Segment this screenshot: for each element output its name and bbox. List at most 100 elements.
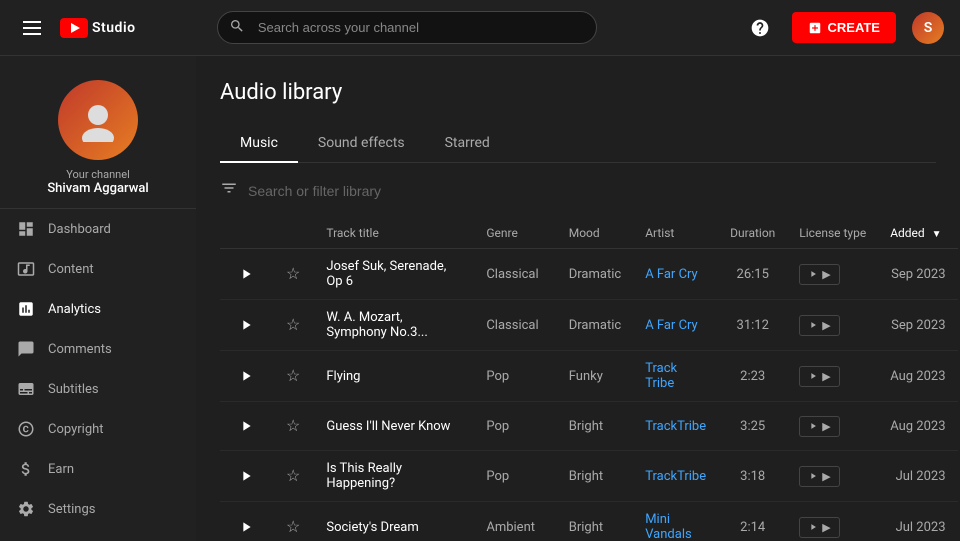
sidebar-item-earn[interactable]: Earn [0,449,196,489]
play-cell [220,300,272,351]
col-header-added[interactable]: Added ▼ [878,218,957,249]
artist-link[interactable]: TrackTribe [645,469,706,484]
duration-cell: 26:15 [718,249,787,300]
star-button-3[interactable]: ☆ [284,414,302,438]
sidebar-item-dashboard-label: Dashboard [48,222,111,237]
play-cell [220,351,272,402]
license-button-4[interactable]: ▶ [799,466,839,487]
license-cell: ▶ [787,249,878,300]
artist-link[interactable]: A Far Cry [645,267,698,282]
hamburger-icon [23,21,41,35]
sidebar-item-analytics[interactable]: Analytics [0,289,196,329]
duration-text: 3:18 [740,469,765,484]
header: Studio CREATE S [0,0,960,56]
license-cell: ▶ [787,502,878,541]
sidebar-item-content[interactable]: Content [0,249,196,289]
mood-cell: Bright [557,402,633,451]
filter-bar [220,179,936,202]
dashboard-icon [16,219,36,239]
search-input[interactable] [217,11,597,44]
mood-text: Bright [569,520,603,535]
filter-icon [220,179,238,202]
col-header-title: Track title [314,218,474,249]
play-button-2[interactable] [232,362,260,390]
duration-text: 26:15 [737,267,769,282]
channel-avatar[interactable] [58,80,138,160]
star-button-4[interactable]: ☆ [284,464,302,488]
license-button-3[interactable]: ▶ [799,416,839,437]
mood-text: Dramatic [569,267,621,282]
license-button-5[interactable]: ▶ [799,517,839,538]
play-button-5[interactable] [232,513,260,541]
added-cell: Sep 2023 [878,300,957,351]
mood-text: Dramatic [569,318,621,333]
artist-link[interactable]: Track Tribe [645,361,677,391]
duration-text: 3:25 [740,419,765,434]
star-button-2[interactable]: ☆ [284,364,302,388]
logo[interactable]: Studio [60,18,136,38]
star-cell: ☆ [272,249,314,300]
search-icon [229,18,245,38]
hamburger-button[interactable] [16,12,48,44]
play-button-1[interactable] [232,311,260,339]
filter-input[interactable] [248,183,936,199]
col-header-action [220,218,272,249]
mood-text: Funky [569,369,603,384]
sidebar-item-content-label: Content [48,262,94,277]
artist-cell: Mini Vandals [633,502,718,541]
mood-cell: Bright [557,451,633,502]
added-text: Aug 2023 [890,369,945,384]
sidebar-item-copyright[interactable]: Copyright [0,409,196,449]
sidebar-item-comments-label: Comments [48,342,112,357]
col-header-genre: Genre [474,218,556,249]
tab-music[interactable]: Music [220,125,298,163]
artist-link[interactable]: TrackTribe [645,419,706,434]
play-button-0[interactable] [232,260,260,288]
sidebar-item-feedback[interactable]: Send feedback [0,529,196,541]
channel-info: Your channel Shivam Aggarwal [0,64,196,209]
license-button-1[interactable]: ▶ [799,315,839,336]
added-cell: Aug 2023 [878,402,957,451]
genre-cell: Pop [474,351,556,402]
star-button-5[interactable]: ☆ [284,515,302,539]
sidebar-item-settings[interactable]: Settings [0,489,196,529]
tab-starred[interactable]: Starred [425,125,510,163]
play-button-3[interactable] [232,412,260,440]
tab-sound-effects[interactable]: Sound effects [298,125,425,163]
table-row: ☆ Guess I'll Never Know Pop Bright Track… [220,402,958,451]
sidebar-item-dashboard[interactable]: Dashboard [0,209,196,249]
added-text: Sep 2023 [891,318,945,333]
license-cell: ▶ [787,402,878,451]
license-button-2[interactable]: ▶ [799,366,839,387]
license-button-0[interactable]: ▶ [799,264,839,285]
artist-link[interactable]: Mini Vandals [645,512,692,541]
create-button[interactable]: CREATE [792,12,896,43]
artist-cell: TrackTribe [633,402,718,451]
genre-text: Classical [486,267,538,282]
genre-cell: Ambient [474,502,556,541]
duration-text: 31:12 [737,318,769,333]
sidebar-item-settings-label: Settings [48,502,95,517]
settings-icon [16,499,36,519]
star-cell: ☆ [272,502,314,541]
star-cell: ☆ [272,451,314,502]
star-button-0[interactable]: ☆ [284,262,302,286]
avatar[interactable]: S [912,12,944,44]
tabs: Music Sound effects Starred [220,125,936,163]
track-title: Is This Really Happening? [326,461,402,491]
sidebar: Your channel Shivam Aggarwal Dashboard C… [0,56,196,541]
sidebar-item-comments[interactable]: Comments [0,329,196,369]
genre-cell: Classical [474,300,556,351]
help-button[interactable] [744,12,776,44]
artist-link[interactable]: A Far Cry [645,318,698,333]
track-title: Guess I'll Never Know [326,419,450,434]
col-header-star [272,218,314,249]
license-cell: ▶ [787,351,878,402]
create-icon [808,21,822,35]
sort-icon: ▼ [932,229,942,240]
mood-cell: Dramatic [557,249,633,300]
sidebar-item-subtitles[interactable]: Subtitles [0,369,196,409]
star-button-1[interactable]: ☆ [284,313,302,337]
play-button-4[interactable] [232,462,260,490]
genre-text: Pop [486,469,509,484]
